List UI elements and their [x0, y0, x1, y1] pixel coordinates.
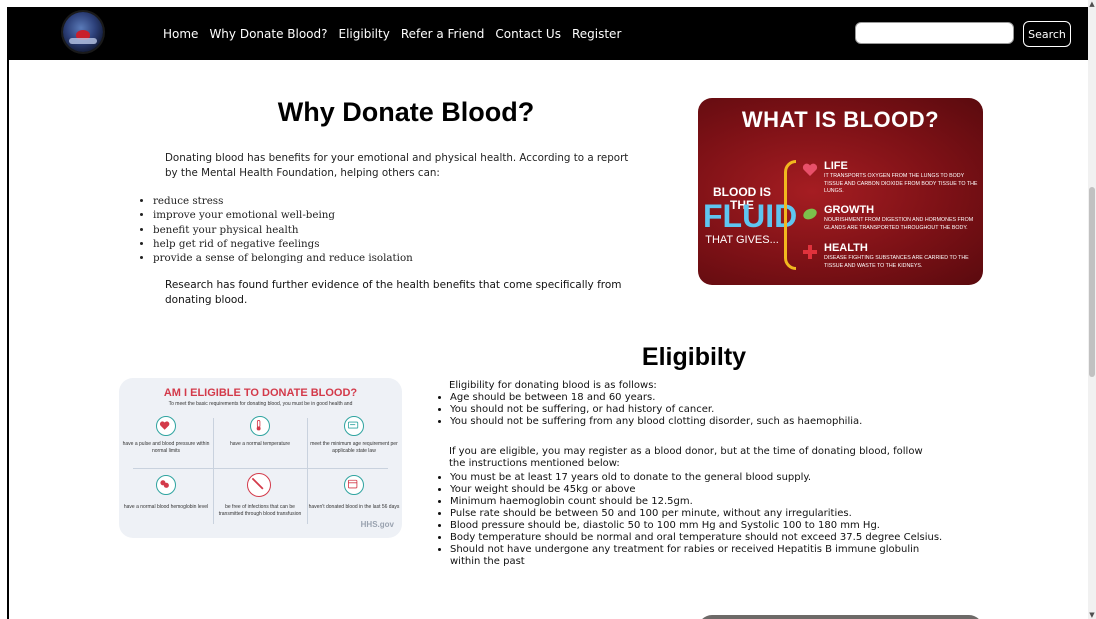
nav-menu: Home Why Donate Blood? Eligibilty Refer …	[163, 7, 632, 60]
blood-image-title: WHAT IS BLOOD?	[741, 107, 940, 132]
list-item: Minimum haemoglobin count should be 12.5…	[450, 496, 950, 508]
eligibility-cell-age: meet the minimum age requirement per app…	[310, 441, 398, 454]
eligibility-image-title: AM I ELIGIBLE TO DONATE BLOOD?	[163, 387, 358, 399]
next-section-image	[698, 615, 983, 619]
medical-cross-icon	[803, 245, 817, 259]
calendar-icon	[344, 475, 364, 495]
window-top	[0, 0, 1096, 7]
id-card-icon	[344, 416, 364, 436]
blood-cells-icon	[156, 475, 176, 495]
list-item: You must be at least 17 years old to don…	[450, 472, 950, 484]
list-item: Pulse rate should be between 50 and 100 …	[450, 508, 950, 520]
list-item: You should not be suffering, or had hist…	[450, 404, 862, 416]
list-item: benefit your physical health	[153, 223, 413, 237]
blood-item-text: Nourishment from digestion and hormones …	[824, 217, 974, 231]
heart-icon	[802, 163, 818, 176]
why-donate-intro: Donating blood has benefits for your emo…	[165, 152, 629, 179]
scroll-up-arrow-icon[interactable]: ▲	[1088, 0, 1096, 8]
eligibility-cell-temperature: have a normal temperature	[229, 441, 291, 447]
navbar: Home Why Donate Blood? Eligibilty Refer …	[9, 7, 1090, 60]
nav-link-eligibility[interactable]: Eligibilty	[339, 27, 390, 41]
fluid-text: FLUID	[703, 198, 798, 234]
research-paragraph: Research has found further evidence of t…	[165, 279, 622, 306]
list-item: Blood pressure should be, diastolic 50 t…	[450, 520, 950, 532]
list-item: help get rid of negative feelings	[153, 237, 413, 251]
nav-link-contact-us[interactable]: Contact Us	[495, 27, 561, 41]
brace-graphic	[784, 160, 796, 270]
eligibility-cell-infections: be free of infections that can be transm…	[218, 504, 302, 517]
eligibility-cell-pulse: have a pulse and blood pressure within n…	[122, 441, 210, 454]
page: Home Why Donate Blood? Eligibilty Refer …	[7, 7, 1090, 619]
scroll-down-arrow-icon[interactable]: ▼	[1088, 611, 1096, 619]
search-input[interactable]	[855, 22, 1014, 44]
that-gives-text: THAT GIVES...	[705, 234, 779, 246]
blood-item-heading: HEALTH	[824, 242, 868, 254]
nav-link-refer-friend[interactable]: Refer a Friend	[401, 27, 485, 41]
instructions-list: You must be at least 17 years old to don…	[437, 472, 950, 568]
list-item: Your weight should be 45kg or above	[450, 484, 950, 496]
eligibility-cell-last-donation: haven't donated blood in the last 56 day…	[308, 504, 400, 510]
benefits-list: reduce stress improve your emotional wel…	[137, 194, 413, 265]
list-item: Age should be between 18 and 60 years.	[450, 392, 862, 404]
eligibility-rules-list: Age should be between 18 and 60 years. Y…	[437, 392, 862, 428]
eligibility-image: AM I ELIGIBLE TO DONATE BLOOD? To meet t…	[119, 378, 402, 538]
vertical-scrollbar[interactable]: ▲ ▼	[1088, 0, 1096, 619]
eligibility-image-subtitle: To meet the basic requirements for donat…	[168, 401, 353, 407]
blood-item-heading: GROWTH	[824, 204, 875, 216]
nav-link-why-donate[interactable]: Why Donate Blood?	[209, 27, 327, 41]
nav-link-home[interactable]: Home	[163, 27, 198, 41]
divider	[133, 468, 388, 469]
leaf-icon	[803, 208, 817, 220]
why-donate-heading: Why Donate Blood?	[277, 97, 535, 127]
blood-item-text: Disease fighting substances are carried …	[824, 255, 969, 269]
nav-link-register[interactable]: Register	[572, 27, 621, 41]
eligibility-intro: Eligibility for donating blood is as fol…	[449, 380, 657, 391]
list-item: improve your emotional well-being	[153, 208, 413, 222]
what-is-blood-image: WHAT IS BLOOD? BLOOD IS THE FLUID THAT G…	[698, 98, 983, 285]
thermometer-icon	[250, 416, 270, 436]
eligibility-note: If you are eligible, you may register as…	[449, 446, 923, 469]
heart-pulse-icon	[156, 416, 176, 436]
search-button[interactable]: Search	[1023, 21, 1071, 47]
no-infection-icon	[247, 473, 271, 497]
eligibility-heading: Eligibilty	[641, 343, 747, 371]
hhs-logo: HHS.gov	[360, 520, 394, 529]
list-item: Body temperature should be normal and or…	[450, 532, 950, 544]
scrollbar-thumb[interactable]	[1089, 187, 1095, 377]
hand-icon	[69, 38, 97, 44]
site-logo[interactable]	[63, 12, 103, 52]
eligibility-cell-hemoglobin: have a normal blood hemoglobin level	[123, 504, 209, 510]
list-item: provide a sense of belonging and reduce …	[153, 251, 413, 265]
list-item: You should not be suffering from any blo…	[450, 416, 862, 428]
list-item: reduce stress	[153, 194, 413, 208]
list-item: Should not have undergone any treatment …	[450, 544, 950, 568]
blood-item-text: It transports oxygen from the lungs to b…	[824, 173, 978, 194]
blood-item-heading: LIFE	[824, 160, 848, 172]
